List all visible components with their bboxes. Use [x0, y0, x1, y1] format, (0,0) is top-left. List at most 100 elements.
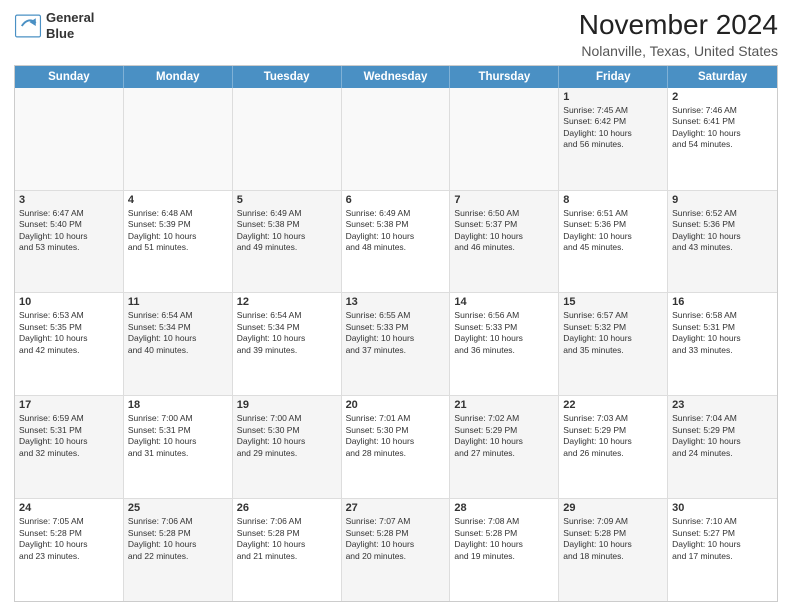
day-number: 14: [454, 296, 554, 308]
day-number: 28: [454, 502, 554, 514]
day-info: Sunrise: 7:05 AM Sunset: 5:28 PM Dayligh…: [19, 516, 119, 562]
calendar-cell: [124, 88, 233, 190]
day-number: 10: [19, 296, 119, 308]
calendar-cell: 10 Sunrise: 6:53 AM Sunset: 5:35 PM Dayli…: [15, 293, 124, 395]
day-number: 23: [672, 399, 773, 411]
calendar-cell: 12 Sunrise: 6:54 AM Sunset: 5:34 PM Dayli…: [233, 293, 342, 395]
day-number: 2: [672, 91, 773, 103]
day-number: 9: [672, 194, 773, 206]
day-info: Sunrise: 6:55 AM Sunset: 5:33 PM Dayligh…: [346, 310, 446, 356]
day-number: 19: [237, 399, 337, 411]
calendar-cell: 27 Sunrise: 7:07 AM Sunset: 5:28 PM Dayli…: [342, 499, 451, 601]
day-info: Sunrise: 6:47 AM Sunset: 5:40 PM Dayligh…: [19, 208, 119, 254]
calendar-cell: 25 Sunrise: 7:06 AM Sunset: 5:28 PM Dayli…: [124, 499, 233, 601]
day-info: Sunrise: 6:49 AM Sunset: 5:38 PM Dayligh…: [346, 208, 446, 254]
logo-line1: General: [46, 10, 94, 26]
day-number: 30: [672, 502, 773, 514]
day-number: 17: [19, 399, 119, 411]
day-info: Sunrise: 6:54 AM Sunset: 5:34 PM Dayligh…: [128, 310, 228, 356]
calendar-cell: 15 Sunrise: 6:57 AM Sunset: 5:32 PM Dayli…: [559, 293, 668, 395]
weekday-header: Tuesday: [233, 66, 342, 88]
calendar-cell: [342, 88, 451, 190]
title-block: November 2024 Nolanville, Texas, United …: [579, 10, 778, 59]
day-info: Sunrise: 7:06 AM Sunset: 5:28 PM Dayligh…: [237, 516, 337, 562]
day-number: 11: [128, 296, 228, 308]
day-info: Sunrise: 7:08 AM Sunset: 5:28 PM Dayligh…: [454, 516, 554, 562]
calendar-week: 1 Sunrise: 7:45 AM Sunset: 6:42 PM Daylig…: [15, 88, 777, 191]
day-info: Sunrise: 7:04 AM Sunset: 5:29 PM Dayligh…: [672, 413, 773, 459]
weekday-header: Saturday: [668, 66, 777, 88]
calendar-header: SundayMondayTuesdayWednesdayThursdayFrid…: [15, 66, 777, 88]
calendar-cell: 21 Sunrise: 7:02 AM Sunset: 5:29 PM Dayli…: [450, 396, 559, 498]
calendar-week: 24Sunrise: 7:05 AM Sunset: 5:28 PM Dayli…: [15, 499, 777, 601]
day-number: 4: [128, 194, 228, 206]
logo-icon: [14, 12, 42, 40]
day-number: 22: [563, 399, 663, 411]
calendar-cell: 20Sunrise: 7:01 AM Sunset: 5:30 PM Dayli…: [342, 396, 451, 498]
day-number: 29: [563, 502, 663, 514]
calendar-cell: 24Sunrise: 7:05 AM Sunset: 5:28 PM Dayli…: [15, 499, 124, 601]
day-number: 27: [346, 502, 446, 514]
day-info: Sunrise: 7:02 AM Sunset: 5:29 PM Dayligh…: [454, 413, 554, 459]
calendar-cell: 23 Sunrise: 7:04 AM Sunset: 5:29 PM Dayli…: [668, 396, 777, 498]
calendar-cell: 4 Sunrise: 6:48 AM Sunset: 5:39 PM Daylig…: [124, 191, 233, 293]
subtitle: Nolanville, Texas, United States: [579, 43, 778, 59]
day-info: Sunrise: 7:06 AM Sunset: 5:28 PM Dayligh…: [128, 516, 228, 562]
calendar-cell: 11 Sunrise: 6:54 AM Sunset: 5:34 PM Dayli…: [124, 293, 233, 395]
calendar-cell: 16 Sunrise: 6:58 AM Sunset: 5:31 PM Dayli…: [668, 293, 777, 395]
day-number: 1: [563, 91, 663, 103]
day-number: 13: [346, 296, 446, 308]
weekday-header: Thursday: [450, 66, 559, 88]
day-info: Sunrise: 6:48 AM Sunset: 5:39 PM Dayligh…: [128, 208, 228, 254]
header: General Blue November 2024 Nolanville, T…: [14, 10, 778, 59]
day-number: 15: [563, 296, 663, 308]
day-number: 12: [237, 296, 337, 308]
day-info: Sunrise: 6:50 AM Sunset: 5:37 PM Dayligh…: [454, 208, 554, 254]
calendar-cell: 30 Sunrise: 7:10 AM Sunset: 5:27 PM Dayli…: [668, 499, 777, 601]
day-info: Sunrise: 7:09 AM Sunset: 5:28 PM Dayligh…: [563, 516, 663, 562]
calendar-cell: 2 Sunrise: 7:46 AM Sunset: 6:41 PM Daylig…: [668, 88, 777, 190]
day-info: Sunrise: 6:59 AM Sunset: 5:31 PM Dayligh…: [19, 413, 119, 459]
calendar: SundayMondayTuesdayWednesdayThursdayFrid…: [14, 65, 778, 602]
day-info: Sunrise: 6:52 AM Sunset: 5:36 PM Dayligh…: [672, 208, 773, 254]
calendar-cell: 22 Sunrise: 7:03 AM Sunset: 5:29 PM Dayli…: [559, 396, 668, 498]
day-info: Sunrise: 7:07 AM Sunset: 5:28 PM Dayligh…: [346, 516, 446, 562]
main-title: November 2024: [579, 10, 778, 41]
page: General Blue November 2024 Nolanville, T…: [0, 0, 792, 612]
day-info: Sunrise: 6:54 AM Sunset: 5:34 PM Dayligh…: [237, 310, 337, 356]
day-info: Sunrise: 7:45 AM Sunset: 6:42 PM Dayligh…: [563, 105, 663, 151]
day-info: Sunrise: 7:00 AM Sunset: 5:31 PM Dayligh…: [128, 413, 228, 459]
calendar-cell: 28 Sunrise: 7:08 AM Sunset: 5:28 PM Dayli…: [450, 499, 559, 601]
day-info: Sunrise: 6:56 AM Sunset: 5:33 PM Dayligh…: [454, 310, 554, 356]
logo-line2: Blue: [46, 26, 94, 42]
calendar-cell: 5Sunrise: 6:49 AM Sunset: 5:38 PM Daylig…: [233, 191, 342, 293]
day-number: 7: [454, 194, 554, 206]
day-info: Sunrise: 7:10 AM Sunset: 5:27 PM Dayligh…: [672, 516, 773, 562]
calendar-body: 1 Sunrise: 7:45 AM Sunset: 6:42 PM Daylig…: [15, 88, 777, 601]
calendar-cell: 14 Sunrise: 6:56 AM Sunset: 5:33 PM Dayli…: [450, 293, 559, 395]
calendar-cell: 9 Sunrise: 6:52 AM Sunset: 5:36 PM Daylig…: [668, 191, 777, 293]
day-info: Sunrise: 7:03 AM Sunset: 5:29 PM Dayligh…: [563, 413, 663, 459]
calendar-cell: 13 Sunrise: 6:55 AM Sunset: 5:33 PM Dayli…: [342, 293, 451, 395]
day-info: Sunrise: 7:01 AM Sunset: 5:30 PM Dayligh…: [346, 413, 446, 459]
calendar-cell: 26 Sunrise: 7:06 AM Sunset: 5:28 PM Dayli…: [233, 499, 342, 601]
day-number: 3: [19, 194, 119, 206]
weekday-header: Sunday: [15, 66, 124, 88]
day-info: Sunrise: 6:53 AM Sunset: 5:35 PM Dayligh…: [19, 310, 119, 356]
day-info: Sunrise: 6:49 AM Sunset: 5:38 PM Dayligh…: [237, 208, 337, 254]
day-number: 21: [454, 399, 554, 411]
day-info: Sunrise: 6:51 AM Sunset: 5:36 PM Dayligh…: [563, 208, 663, 254]
day-number: 16: [672, 296, 773, 308]
logo: General Blue: [14, 10, 94, 41]
calendar-cell: 1 Sunrise: 7:45 AM Sunset: 6:42 PM Daylig…: [559, 88, 668, 190]
day-number: 26: [237, 502, 337, 514]
day-info: Sunrise: 6:57 AM Sunset: 5:32 PM Dayligh…: [563, 310, 663, 356]
calendar-cell: 17 Sunrise: 6:59 AM Sunset: 5:31 PM Dayli…: [15, 396, 124, 498]
day-info: Sunrise: 7:46 AM Sunset: 6:41 PM Dayligh…: [672, 105, 773, 151]
day-number: 25: [128, 502, 228, 514]
calendar-week: 3 Sunrise: 6:47 AM Sunset: 5:40 PM Daylig…: [15, 191, 777, 294]
day-number: 6: [346, 194, 446, 206]
calendar-cell: 18Sunrise: 7:00 AM Sunset: 5:31 PM Dayli…: [124, 396, 233, 498]
day-number: 8: [563, 194, 663, 206]
day-info: Sunrise: 6:58 AM Sunset: 5:31 PM Dayligh…: [672, 310, 773, 356]
